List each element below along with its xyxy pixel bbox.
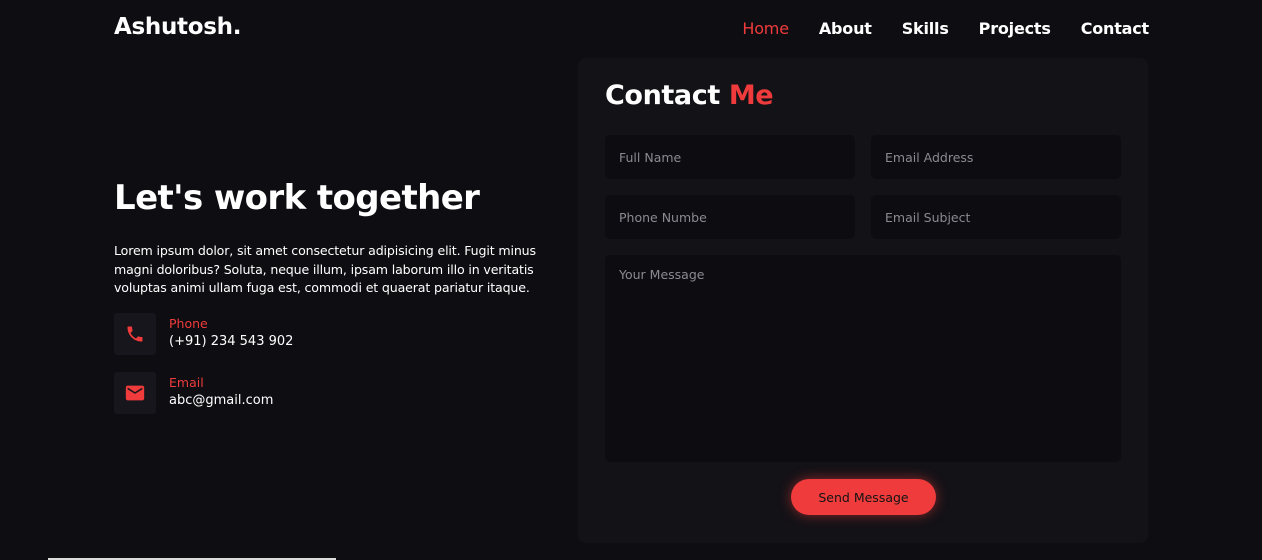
- phone-text: Phone (+91) 234 543 902: [169, 316, 293, 351]
- nav-skills[interactable]: Skills: [902, 19, 949, 38]
- mail-icon-box: [114, 372, 156, 414]
- nav-contact[interactable]: Contact: [1081, 19, 1150, 38]
- phone-value: (+91) 234 543 902: [169, 334, 294, 349]
- intro-paragraph: Lorem ipsum dolor, sit amet consectetur …: [114, 243, 536, 295]
- email-label: Email: [169, 375, 204, 390]
- phone-icon-box: [114, 313, 156, 355]
- page: Ashutosh. Home About Skills Projects Con…: [0, 0, 1262, 560]
- contact-form-card: Contact Me Send Message: [578, 58, 1148, 543]
- email-address-input[interactable]: [871, 135, 1121, 179]
- phone-label: Phone: [169, 316, 208, 331]
- full-name-input[interactable]: [605, 135, 855, 179]
- email-subject-input[interactable]: [871, 195, 1121, 239]
- phone-icon: [127, 326, 143, 342]
- message-textarea[interactable]: [605, 255, 1121, 462]
- form-title: Contact Me: [605, 80, 774, 111]
- email-value: abc@gmail.com: [169, 393, 274, 408]
- section-headline: Let's work together: [114, 178, 480, 218]
- main-nav: Home About Skills Projects Contact: [742, 19, 1149, 38]
- send-message-button[interactable]: Send Message: [791, 479, 936, 515]
- mail-icon: [125, 385, 145, 401]
- phone-number-input[interactable]: [605, 195, 855, 239]
- nav-home[interactable]: Home: [742, 19, 789, 38]
- nav-about[interactable]: About: [819, 19, 872, 38]
- email-text: Email abc@gmail.com: [169, 375, 273, 410]
- form-title-main: Contact: [605, 80, 720, 111]
- site-logo[interactable]: Ashutosh.: [114, 14, 241, 40]
- nav-projects[interactable]: Projects: [979, 19, 1051, 38]
- phone-info: Phone (+91) 234 543 902: [114, 313, 293, 355]
- form-title-accent: Me: [728, 80, 774, 111]
- email-info: Email abc@gmail.com: [114, 372, 273, 414]
